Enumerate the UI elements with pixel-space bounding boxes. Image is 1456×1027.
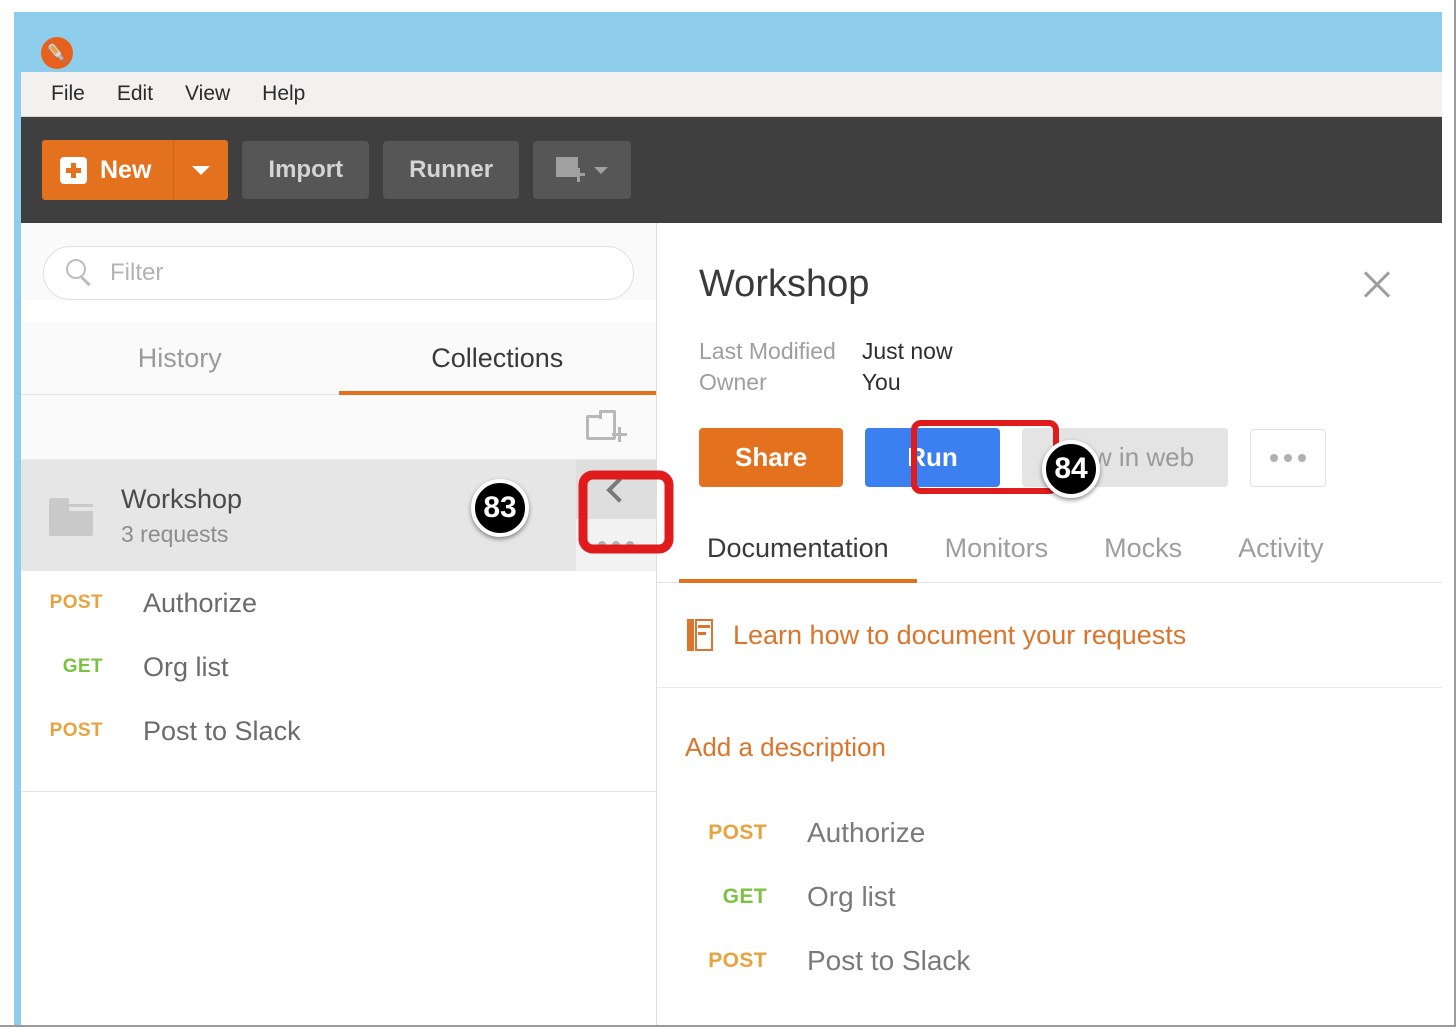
- collection-request-count: 3 requests: [121, 520, 229, 547]
- request-method: GET: [62, 656, 103, 677]
- ellipsis-icon: [626, 541, 634, 549]
- collection-toolbar: [21, 395, 656, 460]
- caret-down-icon: [594, 166, 609, 174]
- main-toolbar: New Import Runner: [21, 117, 1442, 223]
- request-method: POST: [49, 720, 103, 741]
- tab-collections[interactable]: Collections: [338, 322, 657, 395]
- tab-history[interactable]: History: [21, 322, 339, 394]
- close-icon[interactable]: [1360, 267, 1394, 301]
- ellipsis-icon: [1270, 453, 1279, 462]
- divider: [21, 791, 656, 792]
- metadata-row: Owner You: [699, 367, 953, 398]
- filter-container: [21, 223, 656, 300]
- filter-box[interactable]: [43, 246, 634, 300]
- detail-tabs: Documentation Monitors Mocks Activity: [657, 523, 1442, 583]
- menu-bar: File Edit View Help: [21, 72, 1442, 117]
- search-icon: [66, 259, 94, 287]
- window-left-edge: [14, 72, 21, 1025]
- sidebar-tabs: History Collections: [21, 322, 656, 395]
- request-method: POST: [708, 821, 767, 844]
- tab-mocks[interactable]: Mocks: [1076, 523, 1210, 582]
- import-button[interactable]: Import: [242, 141, 370, 199]
- documentation-request-list: POST Authorize GET Org list POST Post to…: [657, 763, 1442, 993]
- list-item[interactable]: GET Org list: [657, 865, 1442, 929]
- metadata-value: You: [861, 369, 901, 395]
- collection-item-workshop[interactable]: Workshop 3 requests: [21, 460, 656, 571]
- metadata-label: Owner: [699, 369, 767, 395]
- request-name: Org list: [143, 651, 229, 682]
- search-input[interactable]: [110, 259, 564, 287]
- new-folder-icon[interactable]: [586, 409, 628, 445]
- new-window-button[interactable]: [533, 141, 632, 199]
- request-name: Org list: [807, 881, 896, 912]
- request-name: Post to Slack: [807, 945, 971, 976]
- collection-name: Workshop: [121, 483, 243, 514]
- collection-more-button[interactable]: [1250, 428, 1327, 487]
- main-body: History Collections Workshop 3 requests: [21, 223, 1442, 1025]
- detail-header: Workshop: [657, 223, 1442, 306]
- application-window: File Edit View Help New Import Runner Fi…: [0, 0, 1456, 1027]
- postman-logo-icon: [41, 37, 73, 69]
- step-badge-84: 84: [1042, 440, 1100, 498]
- ellipsis-icon: [1298, 453, 1307, 462]
- list-item[interactable]: POST Post to Slack: [657, 929, 1442, 993]
- tab-monitors[interactable]: Monitors: [917, 523, 1077, 582]
- list-item[interactable]: GET Org list: [21, 635, 656, 699]
- metadata-label: Last Modified: [699, 338, 836, 364]
- menu-item-help[interactable]: Help: [246, 80, 321, 108]
- menu-item-file[interactable]: File: [35, 80, 101, 108]
- chevron-left-icon: [606, 476, 632, 503]
- menu-item-view[interactable]: View: [169, 80, 246, 108]
- run-button[interactable]: Run: [865, 428, 1000, 487]
- tab-documentation[interactable]: Documentation: [679, 523, 917, 583]
- ellipsis-icon: [612, 541, 620, 549]
- request-method: POST: [708, 949, 767, 972]
- title-bar: [14, 12, 1442, 72]
- list-item[interactable]: POST Authorize: [21, 571, 656, 635]
- page-title: Workshop: [699, 263, 870, 305]
- collection-more-button[interactable]: [576, 519, 656, 571]
- list-item[interactable]: POST Authorize: [657, 801, 1442, 865]
- request-list: POST Authorize GET Org list POST Post to…: [21, 571, 656, 792]
- collection-text: Workshop 3 requests: [121, 484, 242, 548]
- new-window-icon: [556, 157, 586, 183]
- request-name: Post to Slack: [143, 715, 301, 746]
- folder-icon: [49, 497, 93, 536]
- metadata-row: Last Modified Just now: [699, 336, 953, 367]
- new-button[interactable]: New: [42, 140, 174, 200]
- learn-documentation-label: Learn how to document your requests: [733, 619, 1187, 650]
- runner-button[interactable]: Runner: [383, 141, 520, 199]
- ellipsis-icon: [598, 541, 606, 549]
- plus-square-icon: [60, 156, 87, 184]
- request-name: Authorize: [807, 817, 926, 848]
- tab-activity[interactable]: Activity: [1210, 523, 1352, 582]
- collection-actions: [576, 460, 656, 571]
- share-button[interactable]: Share: [699, 428, 844, 487]
- request-name: Authorize: [143, 587, 258, 618]
- sidebar-collapse-button[interactable]: [576, 460, 656, 519]
- list-item[interactable]: POST Post to Slack: [21, 699, 656, 763]
- collection-detail-pane: Workshop Last Modified Just now Owner Yo…: [657, 223, 1442, 1025]
- step-badge-83: 83: [471, 479, 529, 537]
- book-icon: [687, 619, 713, 651]
- new-button-group: New: [42, 140, 229, 200]
- new-button-label: New: [100, 155, 152, 184]
- sidebar: History Collections Workshop 3 requests: [21, 223, 657, 1025]
- request-method: POST: [49, 592, 103, 613]
- collection-metadata: Last Modified Just now Owner You: [699, 336, 953, 398]
- menu-item-edit[interactable]: Edit: [101, 80, 169, 108]
- add-description-link[interactable]: Add a description: [657, 688, 1442, 763]
- request-method: GET: [722, 885, 767, 908]
- metadata-value: Just now: [861, 338, 953, 364]
- new-dropdown-button[interactable]: [173, 140, 229, 200]
- ellipsis-icon: [1284, 453, 1293, 462]
- caret-down-icon: [192, 165, 211, 175]
- learn-documentation-link[interactable]: Learn how to document your requests: [657, 583, 1442, 688]
